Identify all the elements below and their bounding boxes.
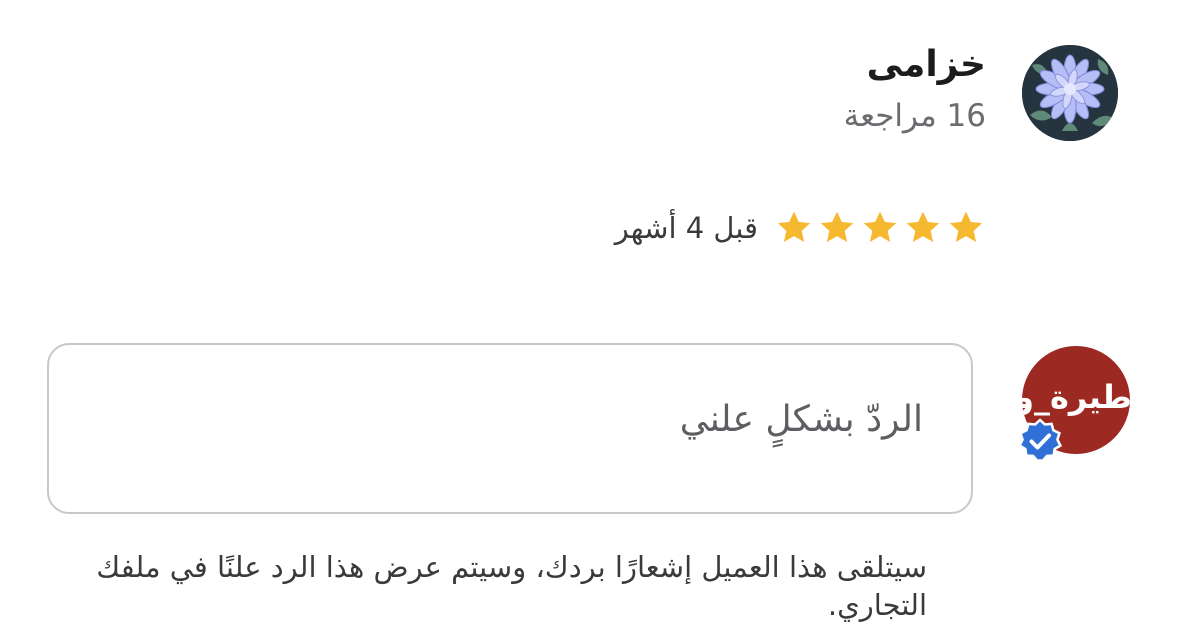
reviewer-avatar[interactable] [1022,45,1118,141]
verified-badge-icon [1017,418,1063,463]
star-rating [774,208,986,248]
star-icon [820,211,854,242]
star-icon [777,211,811,242]
rating-row: قبل 4 أشهر [615,204,986,252]
public-reply-notice: سيتلقى هذا العميل إشعارًا بردك، وسيتم عر… [96,550,927,622]
reviewer-review-count: 16 مراجعة [843,98,986,134]
reply-placeholder: الردّ بشكلٍ علني [679,399,923,440]
star-icon [949,211,983,242]
flower-icon [1022,45,1118,141]
reviewer-name[interactable]: خزامى [867,44,986,85]
review-time: قبل 4 أشهر [614,211,758,245]
reply-input[interactable]: الردّ بشكلٍ علني [47,343,973,514]
star-icon [906,211,940,242]
star-icon [863,211,897,242]
business-avatar-text: طيرة_وذ [1022,378,1130,416]
